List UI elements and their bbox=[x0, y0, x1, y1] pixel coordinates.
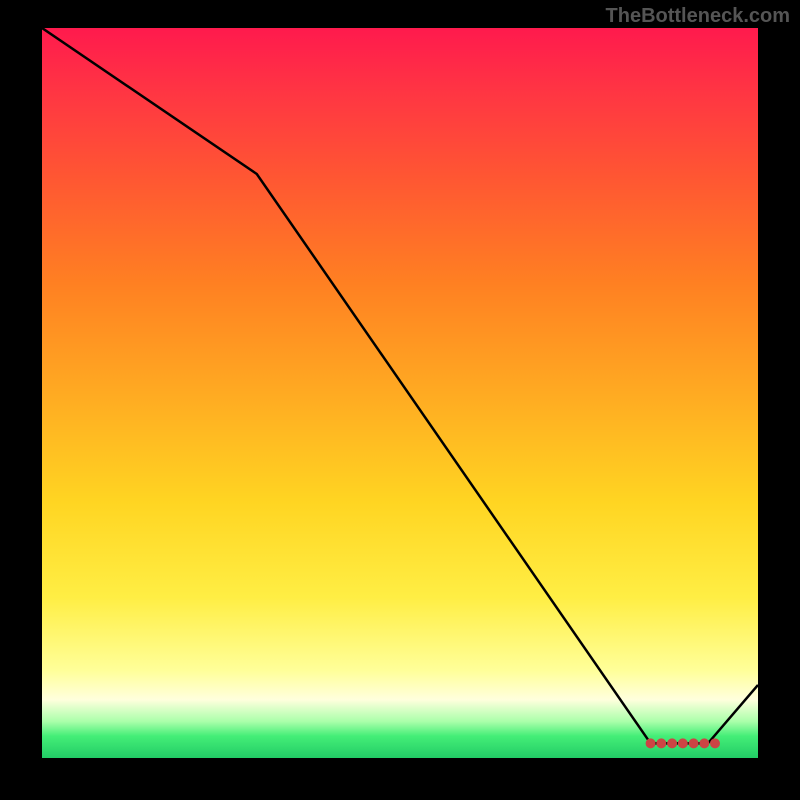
chart-marker bbox=[656, 738, 666, 748]
watermark-text: TheBottleneck.com bbox=[606, 5, 790, 28]
chart-marker bbox=[667, 738, 677, 748]
chart-marker bbox=[646, 738, 656, 748]
chart-markers bbox=[646, 738, 720, 748]
chart-marker bbox=[689, 738, 699, 748]
chart-svg bbox=[42, 28, 758, 758]
chart-marker bbox=[678, 738, 688, 748]
chart-marker bbox=[699, 738, 709, 748]
chart-line bbox=[42, 28, 758, 743]
chart-marker bbox=[710, 738, 720, 748]
